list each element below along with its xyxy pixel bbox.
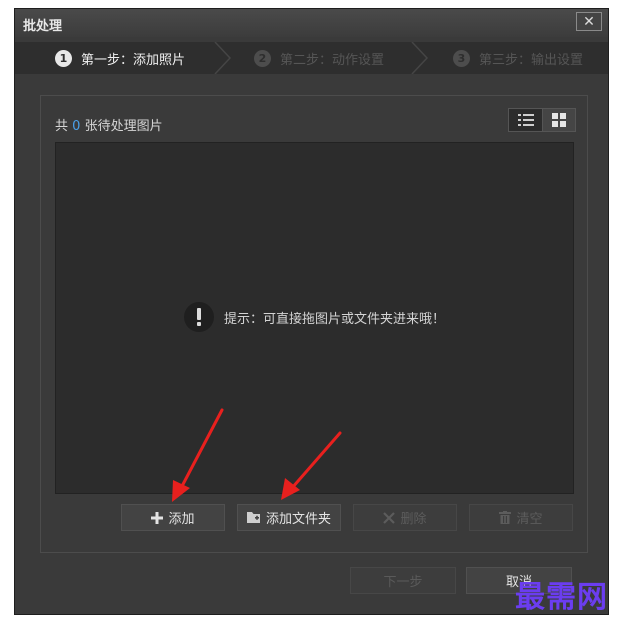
annotation-arrows [172, 408, 342, 502]
arrow-to-add-button [172, 408, 224, 502]
arrow-to-add-folder-button [281, 431, 342, 500]
watermark-text: 最需网 [515, 580, 608, 615]
